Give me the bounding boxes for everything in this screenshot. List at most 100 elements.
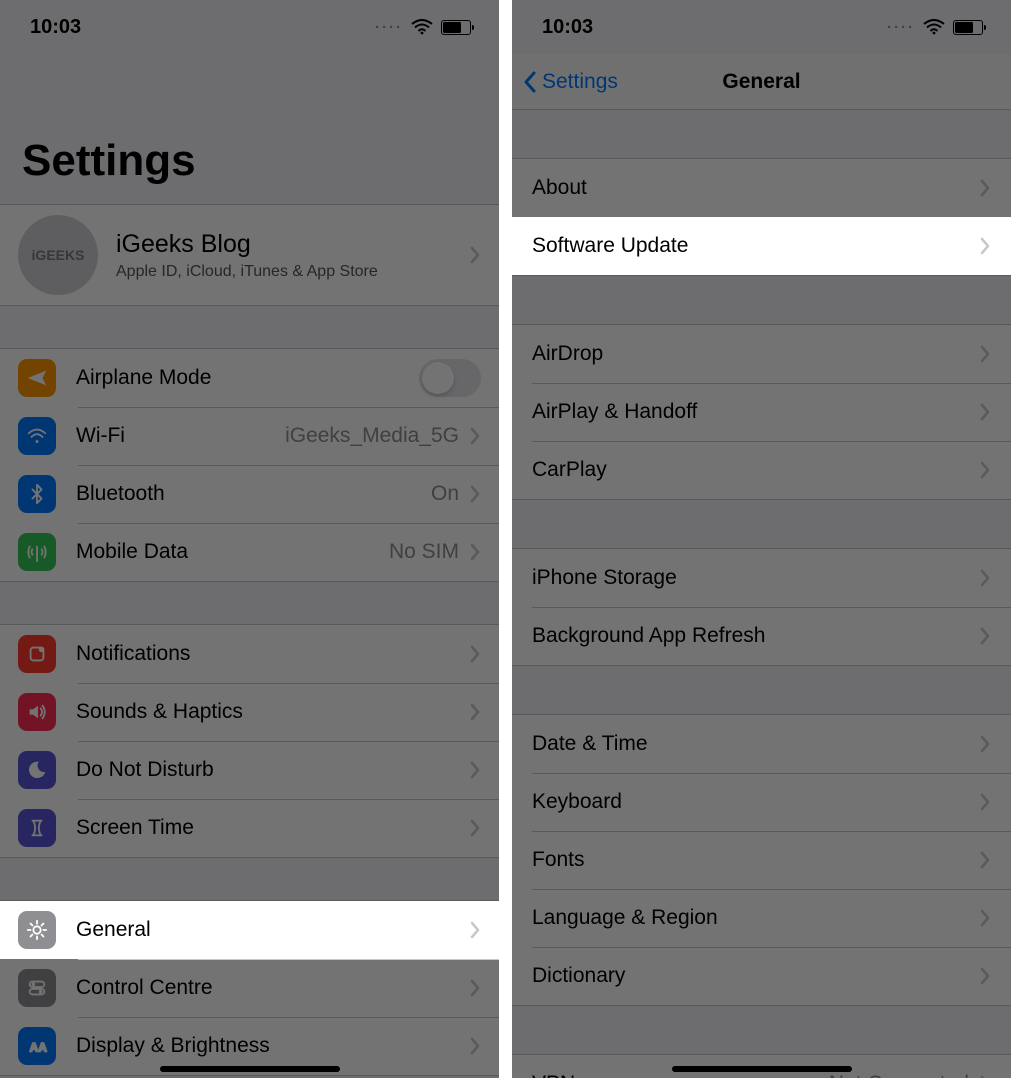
notifications-row[interactable]: Notifications	[0, 625, 499, 683]
wifi-label: Wi-Fi	[76, 424, 285, 448]
background-refresh-row[interactable]: Background App Refresh	[512, 607, 1011, 665]
speaker-icon	[18, 693, 56, 731]
vpn-value: Not Connected	[829, 1072, 969, 1078]
bluetooth-row[interactable]: Bluetooth On	[0, 465, 499, 523]
alerts-group: Notifications Sounds & Haptics Do Not Di…	[0, 624, 499, 858]
status-bar: 10:03 ····	[512, 0, 1011, 54]
fonts-row[interactable]: Fonts	[512, 831, 1011, 889]
notifications-label: Notifications	[76, 642, 469, 666]
bluetooth-value: On	[431, 482, 459, 506]
airdrop-group: AirDrop AirPlay & Handoff CarPlay	[512, 324, 1011, 500]
cellular-dots-icon: ····	[375, 19, 403, 36]
chevron-right-icon	[469, 543, 481, 561]
screentime-label: Screen Time	[76, 816, 469, 840]
settings-screen: 10:03 ···· Settings iGEEKS iGeeks Blog A…	[0, 0, 499, 1078]
about-label: About	[532, 176, 979, 200]
airplane-label: Airplane Mode	[76, 366, 419, 390]
bluetooth-icon	[18, 475, 56, 513]
general-screen: 10:03 ···· Settings General About So	[512, 0, 1011, 1078]
wifi-icon	[411, 19, 433, 35]
date-time-row[interactable]: Date & Time	[512, 715, 1011, 773]
airplay-row[interactable]: AirPlay & Handoff	[512, 383, 1011, 441]
chevron-right-icon	[979, 909, 991, 927]
sounds-label: Sounds & Haptics	[76, 700, 469, 724]
status-indicators: ····	[887, 19, 983, 36]
storage-row[interactable]: iPhone Storage	[512, 549, 1011, 607]
about-row[interactable]: About	[512, 159, 1011, 217]
chevron-right-icon	[979, 403, 991, 421]
chevron-right-icon	[979, 569, 991, 587]
display-label: Display & Brightness	[76, 1034, 469, 1058]
screentime-row[interactable]: Screen Time	[0, 799, 499, 857]
back-label: Settings	[542, 70, 618, 94]
keyboard-row[interactable]: Keyboard	[512, 773, 1011, 831]
fonts-label: Fonts	[532, 848, 979, 872]
chevron-right-icon	[469, 485, 481, 503]
control-centre-row[interactable]: Control Centre	[0, 959, 499, 1017]
apple-id-row[interactable]: iGEEKS iGeeks Blog Apple ID, iCloud, iTu…	[0, 205, 499, 305]
dnd-label: Do Not Disturb	[76, 758, 469, 782]
gear-icon	[18, 911, 56, 949]
chevron-right-icon	[979, 345, 991, 363]
about-group: About Software Update	[512, 158, 1011, 276]
page-title: Settings	[0, 54, 499, 204]
storage-group: iPhone Storage Background App Refresh	[512, 548, 1011, 666]
storage-label: iPhone Storage	[532, 566, 979, 590]
airplay-label: AirPlay & Handoff	[532, 400, 979, 424]
airdrop-label: AirDrop	[532, 342, 979, 366]
system-group: General Control Centre AA Display & Brig…	[0, 900, 499, 1076]
home-indicator[interactable]	[672, 1066, 852, 1072]
chevron-right-icon	[469, 921, 481, 939]
home-indicator[interactable]	[160, 1066, 340, 1072]
status-indicators: ····	[375, 19, 471, 36]
avatar: iGEEKS	[18, 215, 98, 295]
chevron-right-icon	[979, 851, 991, 869]
dictionary-row[interactable]: Dictionary	[512, 947, 1011, 1005]
status-time: 10:03	[542, 16, 593, 39]
general-label: General	[76, 918, 469, 942]
chevron-right-icon	[469, 246, 481, 264]
battery-icon	[953, 20, 983, 35]
moon-icon	[18, 751, 56, 789]
carplay-row[interactable]: CarPlay	[512, 441, 1011, 499]
dnd-row[interactable]: Do Not Disturb	[0, 741, 499, 799]
hourglass-icon	[18, 809, 56, 847]
chevron-right-icon	[469, 979, 481, 997]
sounds-row[interactable]: Sounds & Haptics	[0, 683, 499, 741]
vpn-label: VPN	[532, 1072, 829, 1078]
cellular-dots-icon: ····	[887, 19, 915, 36]
chevron-right-icon	[469, 819, 481, 837]
wifi-icon	[923, 19, 945, 35]
chevron-right-icon	[469, 427, 481, 445]
nav-bar: Settings General	[512, 54, 1011, 110]
notifications-icon	[18, 635, 56, 673]
chevron-right-icon	[469, 761, 481, 779]
software-update-label: Software Update	[532, 234, 979, 258]
profile-group: iGEEKS iGeeks Blog Apple ID, iCloud, iTu…	[0, 204, 499, 306]
locale-group: Date & Time Keyboard Fonts Language & Re…	[512, 714, 1011, 1006]
mobile-data-row[interactable]: Mobile Data No SIM	[0, 523, 499, 581]
status-time: 10:03	[30, 16, 81, 39]
mobile-value: No SIM	[389, 540, 459, 564]
profile-text: iGeeks Blog Apple ID, iCloud, iTunes & A…	[116, 230, 469, 281]
back-button[interactable]: Settings	[512, 70, 618, 94]
language-row[interactable]: Language & Region	[512, 889, 1011, 947]
airplane-toggle[interactable]	[419, 359, 481, 397]
chevron-right-icon	[979, 237, 991, 255]
keyboard-label: Keyboard	[532, 790, 979, 814]
airplane-icon	[18, 359, 56, 397]
wifi-settings-icon	[18, 417, 56, 455]
wifi-row[interactable]: Wi-Fi iGeeks_Media_5G	[0, 407, 499, 465]
chevron-right-icon	[469, 1037, 481, 1055]
chevron-right-icon	[469, 645, 481, 663]
bg-refresh-label: Background App Refresh	[532, 624, 979, 648]
software-update-row[interactable]: Software Update	[512, 217, 1011, 275]
general-row[interactable]: General	[0, 901, 499, 959]
language-label: Language & Region	[532, 906, 979, 930]
airdrop-row[interactable]: AirDrop	[512, 325, 1011, 383]
chevron-right-icon	[469, 703, 481, 721]
profile-name: iGeeks Blog	[116, 230, 469, 259]
chevron-right-icon	[979, 179, 991, 197]
airplane-mode-row[interactable]: Airplane Mode	[0, 349, 499, 407]
chevron-right-icon	[979, 793, 991, 811]
